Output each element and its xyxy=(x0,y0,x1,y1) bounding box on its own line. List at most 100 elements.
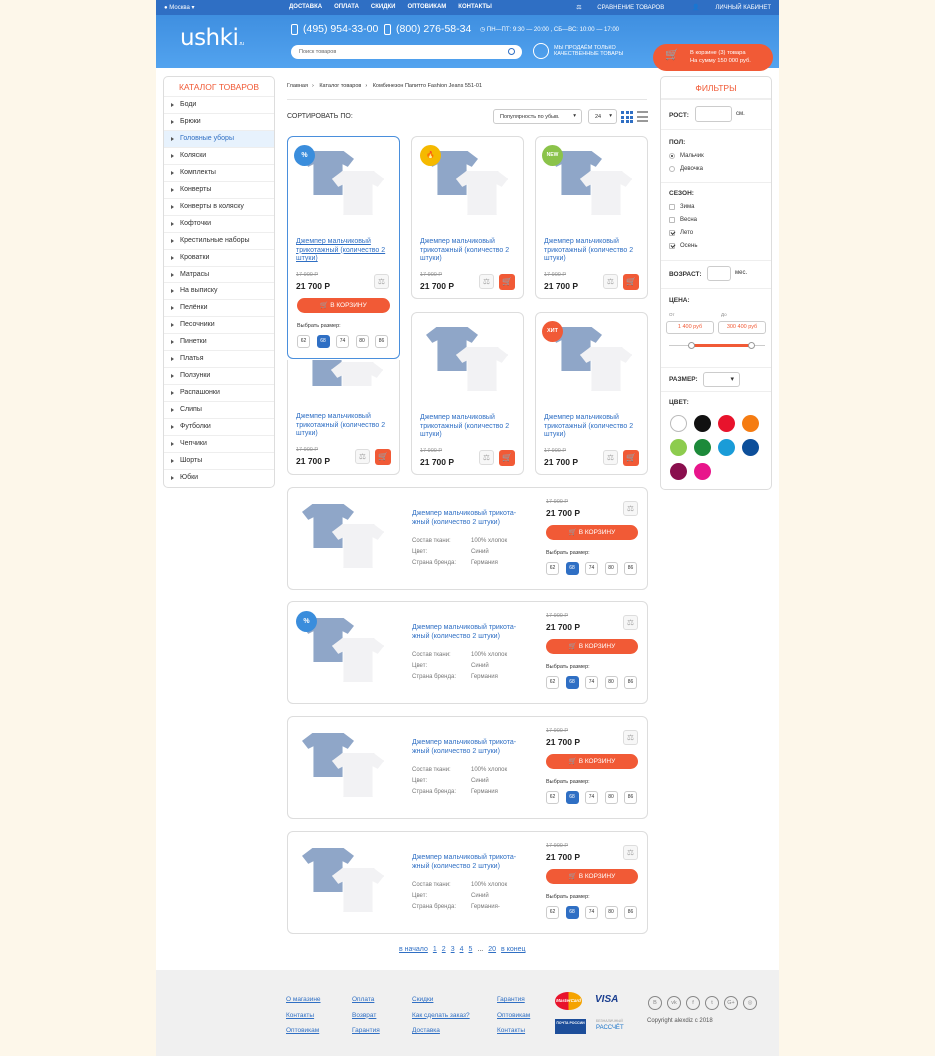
product-title[interactable]: Джемпер мальчиковый трикота-жный (количе… xyxy=(412,510,517,527)
size-option[interactable]: 86 xyxy=(624,906,637,919)
product-image[interactable] xyxy=(301,360,391,386)
price-to-input[interactable]: 300 400 руб xyxy=(718,321,766,334)
size-option[interactable]: 62 xyxy=(546,676,559,689)
product-card[interactable]: Джемпер мальчиковый трикотажный (количес… xyxy=(411,312,524,475)
gender-girl[interactable]: Девочка xyxy=(669,166,703,172)
nav-wholesale[interactable]: ОПТОВИКАМ xyxy=(407,4,446,10)
add-to-cart-button[interactable]: 🛒 В КОРЗИНУ xyxy=(546,639,638,654)
size-option[interactable]: 74 xyxy=(336,335,349,348)
grid-view-icon[interactable] xyxy=(621,111,633,123)
catalog-item[interactable]: Головные уборы xyxy=(164,130,274,148)
compare-icon[interactable]: ⚖ xyxy=(355,449,370,464)
compare-icon[interactable]: ⚖ xyxy=(479,274,494,289)
catalog-item[interactable]: Кофточки xyxy=(164,216,274,233)
phone-2[interactable]: (800) 276-58-34 xyxy=(384,23,471,35)
catalog-item[interactable]: Ползунки xyxy=(164,368,274,386)
product-card[interactable]: NEW Джемпер мальчиковый трикотажный (кол… xyxy=(535,136,648,299)
product-title[interactable]: Джемпер мальчиковый трикота-жный (количе… xyxy=(412,624,517,641)
compare-icon[interactable]: ⚖ xyxy=(479,450,494,465)
catalog-item[interactable]: Юбки xyxy=(164,470,274,487)
catalog-item[interactable]: Матрасы xyxy=(164,267,274,284)
search-icon[interactable] xyxy=(508,48,515,55)
page-last[interactable]: в конец xyxy=(501,946,525,953)
product-title[interactable]: Джемпер мальчиковый трикота-жный (количе… xyxy=(412,854,517,871)
product-card[interactable]: % Джемпер мальчиковый трикотажный (колич… xyxy=(287,136,400,359)
google-plus-icon[interactable]: G+ xyxy=(724,996,738,1010)
page-link[interactable]: 2 xyxy=(442,946,446,953)
size-option[interactable]: 80 xyxy=(355,335,369,348)
size-option[interactable]: 68 xyxy=(565,676,579,689)
phone-1[interactable]: (495) 954-33-00 xyxy=(291,23,378,35)
nav-discounts[interactable]: СКИДКИ xyxy=(371,4,396,10)
size-option[interactable]: 68 xyxy=(565,791,579,804)
compare-icon[interactable]: ⚖ xyxy=(603,450,618,465)
cabinet-link[interactable]: 👤 ЛИЧНЫЙ КАБИНЕТ xyxy=(678,4,771,11)
catalog-item[interactable]: Крестильные наборы xyxy=(164,233,274,250)
age-input[interactable] xyxy=(707,266,731,281)
add-to-cart-button[interactable]: 🛒 В КОРЗИНУ xyxy=(297,298,390,313)
footer-link[interactable]: Гарантия xyxy=(497,992,530,1008)
color-swatch[interactable] xyxy=(694,463,711,480)
product-title[interactable]: Джемпер мальчиковый трикотажный (количес… xyxy=(420,238,520,264)
product-list-card[interactable]: Джемпер мальчиковый трикота-жный (количе… xyxy=(287,487,648,590)
size-select[interactable]: ▾ xyxy=(703,372,740,387)
cart-button[interactable]: 🛒 xyxy=(623,450,639,466)
page-link[interactable]: 5 xyxy=(469,946,473,953)
size-option[interactable]: 86 xyxy=(624,676,637,689)
compare-link[interactable]: ⚖ СРАВНЕНИЕ ТОВАРОВ xyxy=(562,4,664,11)
season-autumn[interactable]: Осень xyxy=(669,243,697,249)
page-link[interactable]: 3 xyxy=(451,946,455,953)
product-title[interactable]: Джемпер мальчиковый трикота-жный (количе… xyxy=(412,739,517,756)
per-page-select[interactable]: 24 ▾ xyxy=(588,109,617,124)
footer-link[interactable]: Оплата xyxy=(352,992,380,1008)
city-selector[interactable]: ● Москва ▾ xyxy=(164,4,194,11)
color-swatch[interactable] xyxy=(742,439,759,456)
footer-link[interactable]: Как сделать заказ? xyxy=(412,1008,470,1024)
catalog-item[interactable]: Конверты в коляску xyxy=(164,199,274,216)
catalog-item[interactable]: Кроватки xyxy=(164,250,274,267)
add-to-cart-button[interactable]: 🛒 В КОРЗИНУ xyxy=(546,754,638,769)
list-view-icon[interactable] xyxy=(637,111,648,122)
nav-contacts[interactable]: КОНТАКТЫ xyxy=(458,4,492,10)
compare-icon[interactable]: ⚖ xyxy=(623,501,638,516)
size-option[interactable]: 80 xyxy=(604,676,618,689)
catalog-item[interactable]: Конверты xyxy=(164,182,274,199)
footer-link[interactable]: Оптовикам xyxy=(286,1023,321,1039)
catalog-item[interactable]: Шорты xyxy=(164,453,274,470)
gender-boy[interactable]: Мальчик xyxy=(669,153,704,159)
add-to-cart-button[interactable]: 🛒 В КОРЗИНУ xyxy=(546,525,638,540)
compare-icon[interactable]: ⚖ xyxy=(623,615,638,630)
price-slider-handle-min[interactable] xyxy=(688,342,695,349)
price-from-input[interactable]: 1 400 руб xyxy=(666,321,714,334)
catalog-item[interactable]: Распашонки xyxy=(164,385,274,403)
size-option[interactable]: 68 xyxy=(316,335,330,348)
page-first[interactable]: в начало xyxy=(399,946,428,953)
height-input[interactable] xyxy=(695,106,732,122)
page-link[interactable]: 20 xyxy=(488,946,496,953)
footer-link[interactable]: Гарантия xyxy=(352,1023,380,1039)
catalog-item[interactable]: Комплекты xyxy=(164,165,274,182)
compare-icon[interactable]: ⚖ xyxy=(623,730,638,745)
color-swatch[interactable] xyxy=(670,415,687,432)
footer-link[interactable]: Контакты xyxy=(286,1008,321,1024)
catalog-item[interactable]: Песочники xyxy=(164,317,274,335)
catalog-item[interactable]: Брюки xyxy=(164,114,274,131)
breadcrumb-catalog[interactable]: Каталог товаров xyxy=(319,83,361,89)
nav-delivery[interactable]: ДОСТАВКА xyxy=(289,4,322,10)
footer-link[interactable]: Оптовикам xyxy=(497,1008,530,1024)
product-title[interactable]: Джемпер мальчиковый трикотажный (количес… xyxy=(544,414,644,440)
product-title[interactable]: Джемпер мальчиковый трикотажный (количес… xyxy=(296,238,396,264)
footer-link[interactable]: О магазине xyxy=(286,992,321,1008)
cart-button[interactable]: 🛒 xyxy=(499,450,515,466)
catalog-item[interactable]: Пинетки xyxy=(164,334,274,352)
color-swatch[interactable] xyxy=(694,439,711,456)
catalog-item[interactable]: Боди xyxy=(164,97,274,114)
add-to-cart-button[interactable]: 🛒 В КОРЗИНУ xyxy=(546,869,638,884)
catalog-item[interactable]: Коляски xyxy=(164,148,274,165)
nav-payment[interactable]: ОПЛАТА xyxy=(334,4,359,10)
season-winter[interactable]: Зима xyxy=(669,204,694,210)
cart-button[interactable]: 🛒 xyxy=(499,274,515,290)
product-title[interactable]: Джемпер мальчиковый трикотажный (количес… xyxy=(544,238,644,264)
color-swatch[interactable] xyxy=(670,463,687,480)
page-link[interactable]: 4 xyxy=(460,946,464,953)
